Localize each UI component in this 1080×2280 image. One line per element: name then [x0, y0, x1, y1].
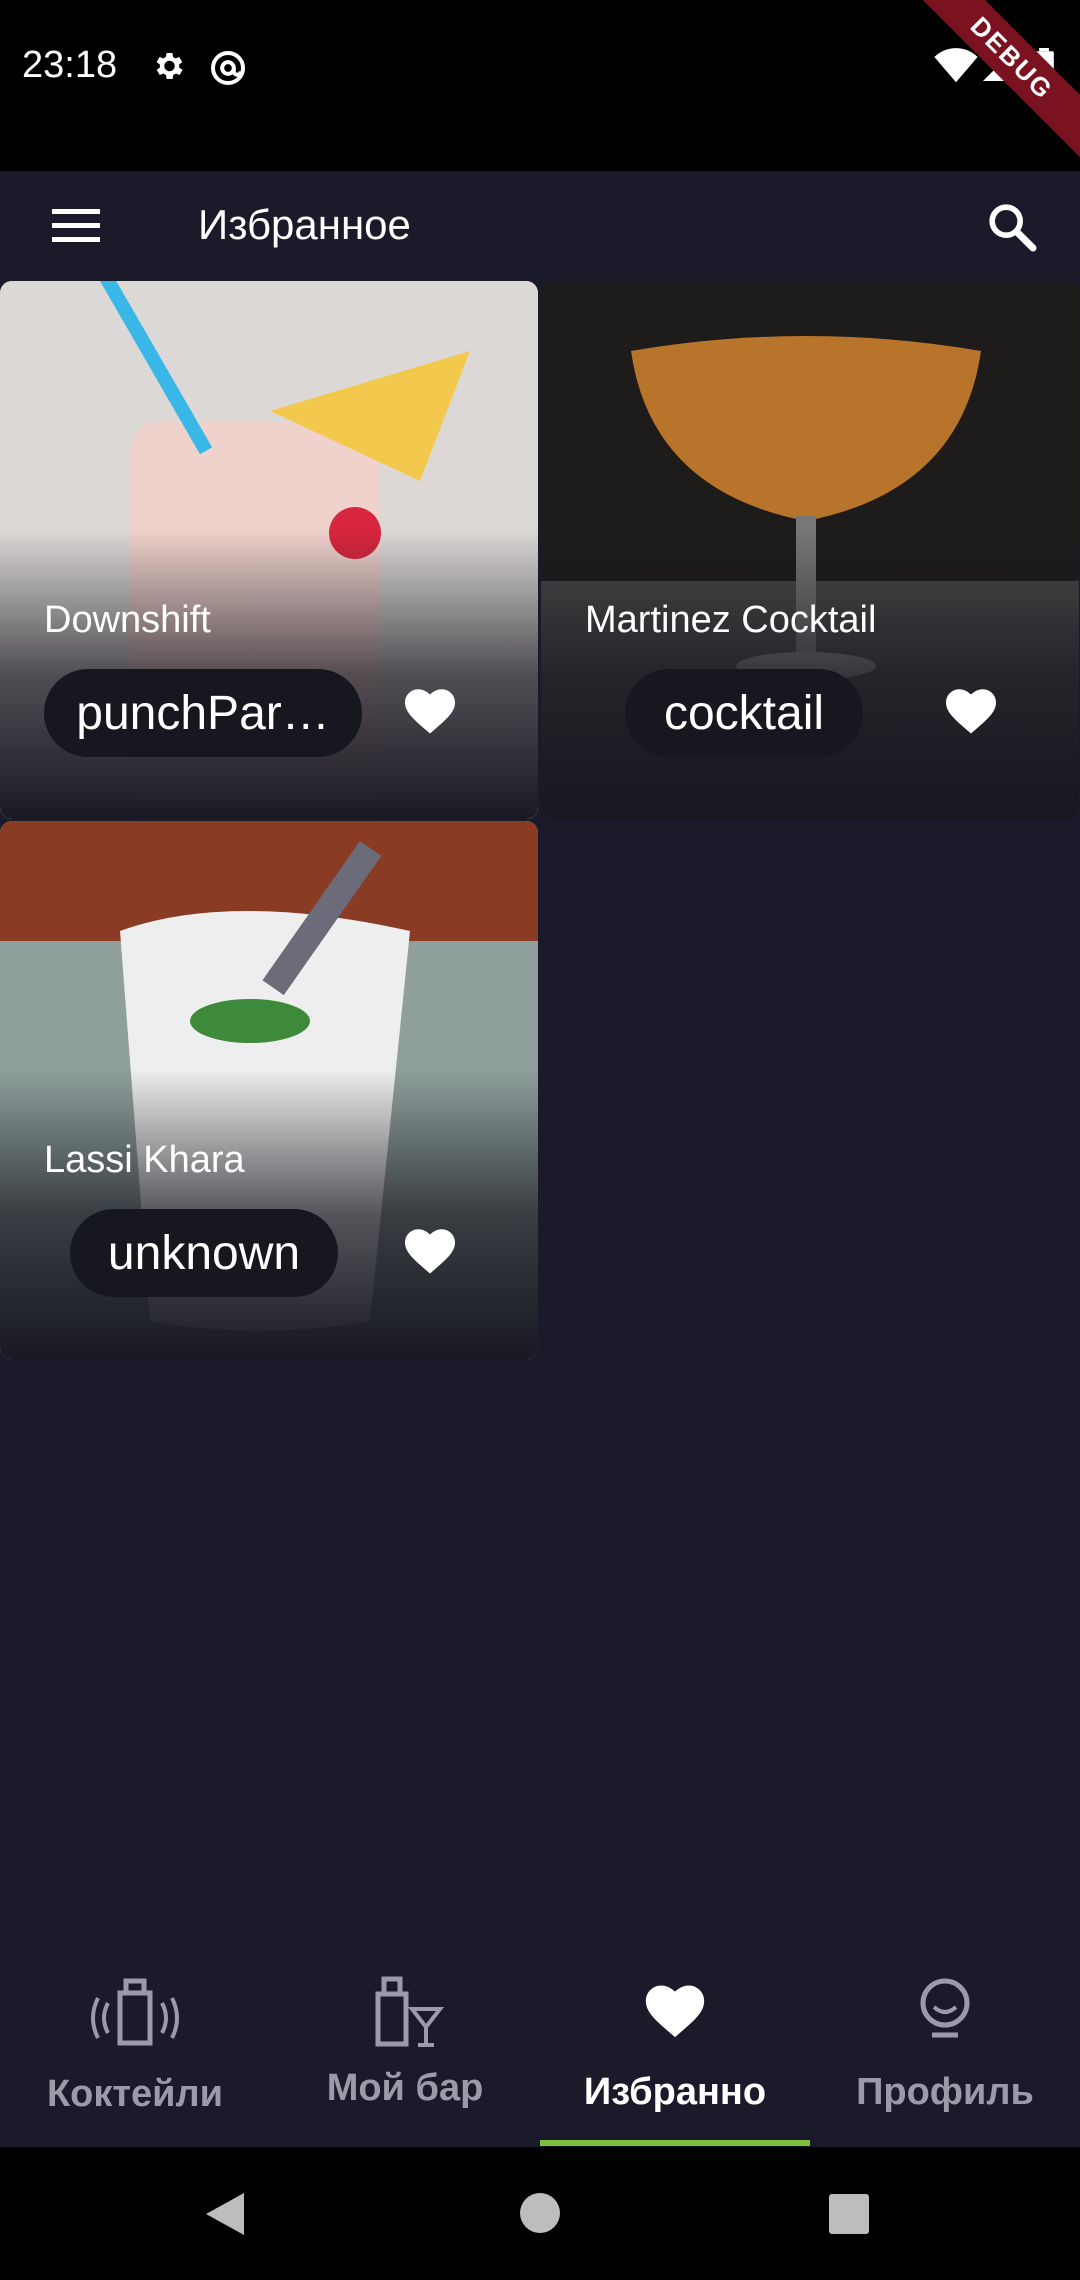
- heart-icon[interactable]: [941, 681, 1001, 746]
- nav-item-profile[interactable]: Профиль: [810, 1945, 1080, 2147]
- app-bar: Избранное: [0, 171, 1080, 281]
- category-chip: unknown: [70, 1209, 338, 1297]
- home-icon[interactable]: [518, 2191, 562, 2240]
- bar-icon: [366, 1969, 446, 2054]
- card-title: Martinez Cocktail: [585, 599, 877, 641]
- active-tab-indicator: [540, 2140, 810, 2146]
- cocktail-card[interactable]: Martinez Cocktail cocktail: [541, 281, 1079, 819]
- cocktail-card[interactable]: Downshift punchPar…: [0, 281, 538, 819]
- heart-icon[interactable]: [400, 1221, 460, 1286]
- nav-label: Мой бар: [326, 2067, 484, 2109]
- back-icon[interactable]: [204, 2191, 248, 2242]
- search-icon[interactable]: [984, 199, 1040, 260]
- system-navigation-bar: [0, 2147, 1080, 2280]
- heart-icon[interactable]: [400, 681, 460, 746]
- bottom-navigation: Коктейли Мой бар Избранно Профиль: [0, 1945, 1080, 2147]
- card-title: Downshift: [44, 599, 211, 641]
- nav-item-favorites[interactable]: Избранно: [540, 1945, 810, 2147]
- nav-item-cocktails[interactable]: Коктейли: [0, 1945, 270, 2147]
- nav-item-my-bar[interactable]: Мой бар: [270, 1945, 540, 2147]
- page-title: Избранное: [198, 201, 411, 248]
- card-title: Lassi Khara: [44, 1139, 245, 1181]
- status-time: 23:18: [22, 44, 118, 86]
- at-sign-icon: [208, 48, 248, 93]
- settings-icon: [150, 48, 186, 89]
- nav-label: Коктейли: [46, 2073, 224, 2115]
- recents-icon[interactable]: [828, 2193, 870, 2240]
- heart-icon: [640, 1975, 710, 2046]
- menu-icon[interactable]: [46, 201, 106, 254]
- wifi-icon: [934, 48, 978, 89]
- status-bar: 23:18 DEBUG: [0, 0, 1080, 171]
- category-chip: punchPar…: [44, 669, 362, 757]
- profile-icon: [912, 1975, 978, 2050]
- cocktail-card[interactable]: Lassi Khara unknown: [0, 821, 538, 1359]
- shaker-icon: [90, 1973, 180, 2058]
- nav-label: Избранно: [583, 2071, 767, 2113]
- category-chip: cocktail: [625, 669, 863, 757]
- nav-label: Профиль: [856, 2071, 1034, 2113]
